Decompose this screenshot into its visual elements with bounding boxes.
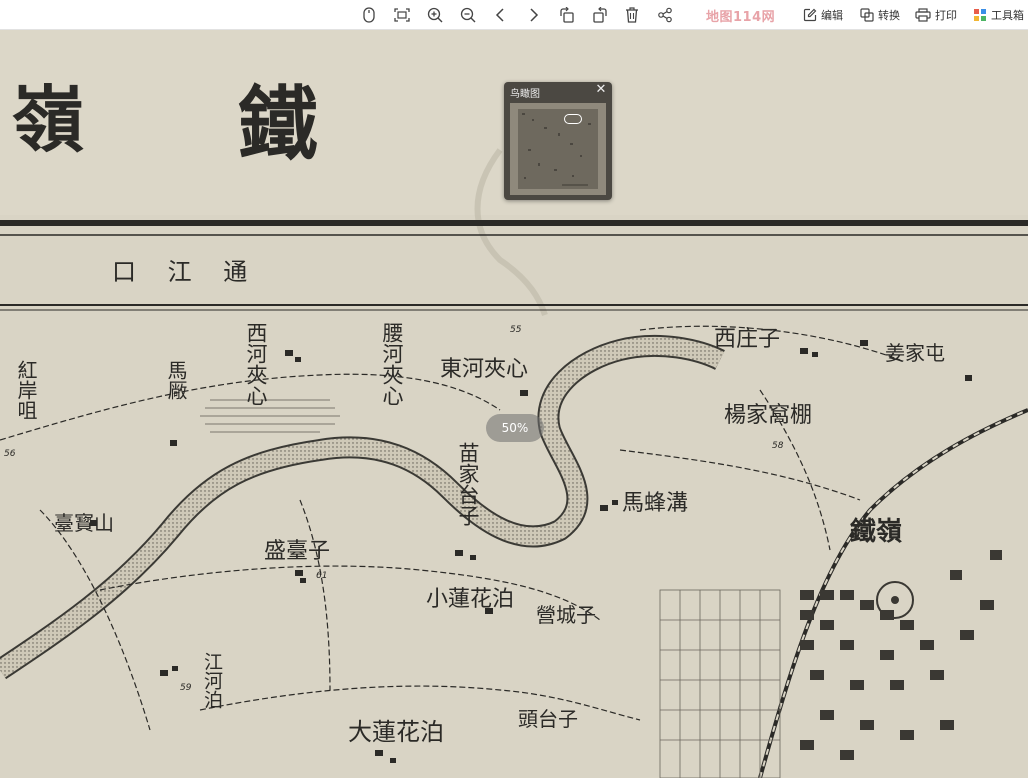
toolbox-icon [974, 9, 986, 21]
place-label: 東河夾心 [440, 357, 528, 382]
print-button[interactable]: 打印 [915, 7, 957, 23]
edit-label: 编辑 [821, 9, 843, 22]
brand-logo[interactable]: 地图114网 [706, 6, 775, 25]
overview-thumbnail[interactable] [510, 103, 606, 195]
place-label: 楊家窩棚 [724, 403, 812, 428]
zoom-level-badge: 50% [486, 414, 544, 442]
place-label: 江河泊 [201, 652, 223, 709]
elevation-label: 61 [316, 571, 327, 581]
overview-title: 鸟瞰图 [510, 89, 540, 100]
place-label: 西河夾心 [244, 322, 268, 406]
delete-icon[interactable] [621, 5, 643, 25]
rotate-left-icon[interactable] [556, 5, 578, 25]
place-label: 紅岸咀 [14, 360, 38, 420]
convert-button[interactable]: 转换 [860, 7, 900, 23]
place-label: 小蓮花泊 [426, 587, 514, 612]
rotate-right-icon[interactable] [589, 5, 611, 25]
region-title: 口 江 通 [112, 258, 259, 286]
overview-panel[interactable]: 鸟瞰图 ✕ [504, 82, 612, 200]
overview-viewport-frame[interactable] [564, 114, 582, 124]
place-label: 馬厰 [164, 360, 188, 400]
place-label: 頭台子 [518, 707, 578, 731]
header-char-ling: 嶺 [12, 77, 84, 162]
fit-screen-icon[interactable] [391, 5, 413, 25]
toolbox-label: 工具箱 [991, 9, 1024, 22]
place-label: 姜家屯 [885, 341, 945, 365]
toolbar: 地图114网 编辑 转换 打印 工具箱 [0, 0, 1028, 30]
previous-icon[interactable] [489, 5, 511, 25]
zoom-in-icon[interactable] [424, 5, 446, 25]
place-label: 大蓮花泊 [348, 718, 444, 746]
toolbox-button[interactable]: 工具箱 [973, 7, 1024, 23]
elevation-label: 58 [772, 441, 784, 451]
next-icon[interactable] [523, 5, 545, 25]
place-label: 臺寳山 [54, 511, 114, 535]
convert-icon [860, 8, 874, 22]
close-icon[interactable]: ✕ [594, 83, 608, 97]
place-label: 苗家台子 [456, 442, 480, 526]
place-label: 西庄子 [714, 327, 780, 352]
edit-icon [803, 8, 817, 22]
edit-button[interactable]: 编辑 [803, 7, 843, 23]
share-icon[interactable] [654, 5, 676, 25]
elevation-label: 56 [4, 449, 16, 459]
elevation-label: 55 [510, 325, 522, 335]
place-label: 鐵嶺 [850, 517, 902, 547]
print-icon [915, 8, 931, 22]
elevation-label: 59 [180, 683, 192, 693]
print-label: 打印 [935, 9, 957, 22]
convert-label: 转换 [878, 9, 900, 22]
zoom-out-icon[interactable] [457, 5, 479, 25]
place-label: 馬蜂溝 [622, 491, 688, 516]
mouse-icon[interactable] [358, 5, 380, 25]
place-label: 營城子 [536, 603, 596, 627]
header-char-tie: 鐵 [238, 77, 318, 171]
place-label: 腰河夾心 [380, 322, 404, 406]
place-label: 盛臺子 [264, 539, 330, 564]
